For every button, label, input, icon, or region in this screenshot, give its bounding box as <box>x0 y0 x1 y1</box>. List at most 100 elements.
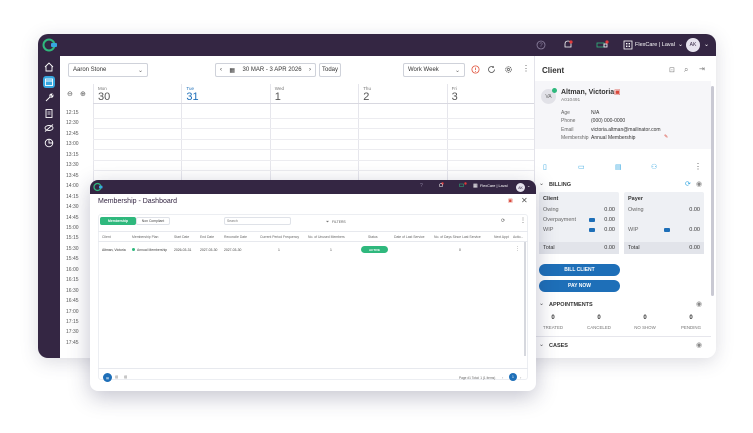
cell-start-date: 2026-03-31 <box>174 248 192 252</box>
page-size-option-icon[interactable]: ▥ <box>124 375 127 379</box>
client-field-value[interactable]: (000) 000-0000 <box>591 118 625 124</box>
billing-row-value: 0.00 <box>689 207 700 213</box>
filter-icon[interactable]: ⏷ <box>326 219 329 224</box>
view-select[interactable]: Work Week ⌄ <box>403 63 465 77</box>
day-header[interactable]: Mon 30 <box>93 84 181 103</box>
front-org-selector[interactable]: FlexCare | Laval <box>480 184 508 188</box>
client-field-value[interactable]: victoria.altman@mailinator.com <box>591 127 661 133</box>
tab-non-compliant[interactable]: Non Compliant <box>136 217 170 225</box>
prev-page-icon[interactable]: ‹ <box>502 375 503 380</box>
column-header[interactable]: Membership Plan <box>132 235 158 239</box>
pay-now-button[interactable]: PAY NOW <box>539 280 620 292</box>
lock-icon[interactable]: ⊡ <box>669 66 675 74</box>
client-more-icon[interactable]: ⋮ <box>694 162 702 171</box>
page-size-option-icon[interactable]: ▥ <box>115 375 118 379</box>
client-name[interactable]: Altman, Victoria <box>561 89 614 96</box>
cell-client[interactable]: Altman, Victoria <box>102 248 126 252</box>
billing-card-icon[interactable] <box>589 218 595 222</box>
front-user-avatar[interactable]: AK <box>516 183 525 192</box>
phone-icon[interactable]: ▯ <box>543 163 547 171</box>
ticket-icon[interactable]: ▭ <box>578 163 585 171</box>
appointments-eye-icon[interactable]: ◉ <box>696 300 702 308</box>
day-header[interactable]: Tue 31 <box>181 84 269 103</box>
chart-pie-icon[interactable] <box>43 137 55 149</box>
row-actions-icon[interactable]: ⋮ <box>515 246 520 252</box>
resource-select[interactable]: Aaron Stone ⌄ <box>68 63 148 77</box>
next-week-icon[interactable]: › <box>309 67 311 73</box>
zoom-out-icon[interactable]: ⊖ <box>67 90 73 98</box>
day-header[interactable]: Fri 3 <box>446 84 535 103</box>
clipboard-icon[interactable] <box>43 107 55 119</box>
calendar-icon[interactable] <box>43 76 55 88</box>
column-header[interactable]: Start Date <box>174 235 189 239</box>
search-input[interactable] <box>224 217 291 225</box>
billing-collapse-icon[interactable]: ⌄ <box>539 180 544 187</box>
client-panel-scrollbar[interactable] <box>711 86 714 296</box>
org-selector[interactable]: FlexCare | Laval <box>635 42 675 48</box>
dashboard-popout-icon[interactable]: ▣ <box>508 198 513 204</box>
page-size-indicator[interactable]: ▤ <box>103 373 112 382</box>
front-app-logo-icon[interactable] <box>93 182 103 192</box>
front-user-chevron-icon[interactable]: ⌄ <box>527 183 530 188</box>
zoom-in-icon[interactable]: ⊕ <box>80 90 86 98</box>
column-header[interactable]: Next Appt <box>494 235 509 239</box>
prev-week-icon[interactable]: ‹ <box>220 67 222 73</box>
column-header[interactable]: Actio... <box>513 235 523 239</box>
dock-panel-icon[interactable]: ⇥ <box>699 65 705 73</box>
billing-card-icon[interactable] <box>664 228 670 232</box>
front-bell-icon[interactable] <box>438 182 444 188</box>
visibility-off-icon[interactable] <box>43 122 55 134</box>
user-chevron-down-icon[interactable]: ⌄ <box>704 41 709 48</box>
column-header[interactable]: Current Period Frequency <box>260 235 299 239</box>
billing-sync-icon[interactable]: ⟳ <box>685 180 691 188</box>
people-icon[interactable]: ⚇ <box>651 163 657 171</box>
alert-icon[interactable] <box>471 65 480 74</box>
time-slot-label: 12:45 <box>66 130 79 137</box>
search-icon[interactable]: ⌕ <box>684 65 688 75</box>
wrench-icon[interactable] <box>43 92 55 104</box>
day-header[interactable]: Thu 2 <box>358 84 446 103</box>
settings-gear-icon[interactable] <box>504 65 513 74</box>
appointments-collapse-icon[interactable]: ⌄ <box>539 300 544 307</box>
bill-client-button[interactable]: BILL CLIENT <box>539 264 620 276</box>
home-icon[interactable] <box>43 61 55 73</box>
document-icon[interactable]: ▤ <box>615 163 622 171</box>
billing-payer-total-label: Total <box>628 245 640 251</box>
dashboard-close-icon[interactable]: ✕ <box>521 196 528 205</box>
cases-collapse-icon[interactable]: ⌄ <box>539 341 544 348</box>
help-circle-icon[interactable]: ? <box>536 40 546 50</box>
tab-membership[interactable]: Membership <box>100 217 136 225</box>
today-button[interactable]: Today <box>319 63 341 77</box>
column-header[interactable]: Date of Last Service <box>394 235 425 239</box>
email-edit-icon[interactable]: ✎ <box>664 134 668 140</box>
refresh-icon[interactable] <box>487 65 496 74</box>
time-slot-line <box>93 138 535 140</box>
calendar-more-icon[interactable]: ⋮ <box>522 64 530 73</box>
column-header[interactable]: End Date <box>200 235 214 239</box>
table-more-icon[interactable]: ⋮ <box>520 217 526 224</box>
org-chevron-down-icon[interactable]: ⌄ <box>678 41 683 48</box>
column-header[interactable]: Client <box>102 235 111 239</box>
table-refresh-icon[interactable]: ⟳ <box>501 218 505 224</box>
day-header[interactable]: Wed 1 <box>269 84 358 103</box>
client-file-icon[interactable]: ▣ <box>614 88 621 96</box>
billing-eye-icon[interactable]: ◉ <box>696 180 702 188</box>
user-avatar[interactable]: AK <box>686 38 700 52</box>
bell-icon[interactable] <box>562 39 574 51</box>
filters-button[interactable]: FILTERS <box>332 220 346 224</box>
date-range-picker[interactable]: ‹ ▦ 30 MAR - 3 APR 2026 › <box>215 63 316 77</box>
table-scrollbar[interactable] <box>524 242 526 356</box>
time-slot-line <box>93 170 535 172</box>
column-header[interactable]: No. of Days Since Last Service <box>434 235 481 239</box>
app-logo-icon[interactable] <box>42 37 58 53</box>
column-header[interactable]: Reconcile Date <box>224 235 247 239</box>
billing-card-icon[interactable] <box>589 228 595 232</box>
front-help-icon[interactable]: ? <box>420 183 423 189</box>
column-header[interactable]: Status <box>368 235 378 239</box>
cases-eye-icon[interactable]: ◉ <box>696 341 702 349</box>
current-page-button[interactable]: 1 <box>509 373 517 381</box>
next-page-icon[interactable]: › <box>520 375 521 380</box>
truck-icon[interactable] <box>596 39 610 51</box>
front-truck-icon[interactable] <box>459 182 467 188</box>
column-header[interactable]: No. of Unused Members <box>308 235 345 239</box>
